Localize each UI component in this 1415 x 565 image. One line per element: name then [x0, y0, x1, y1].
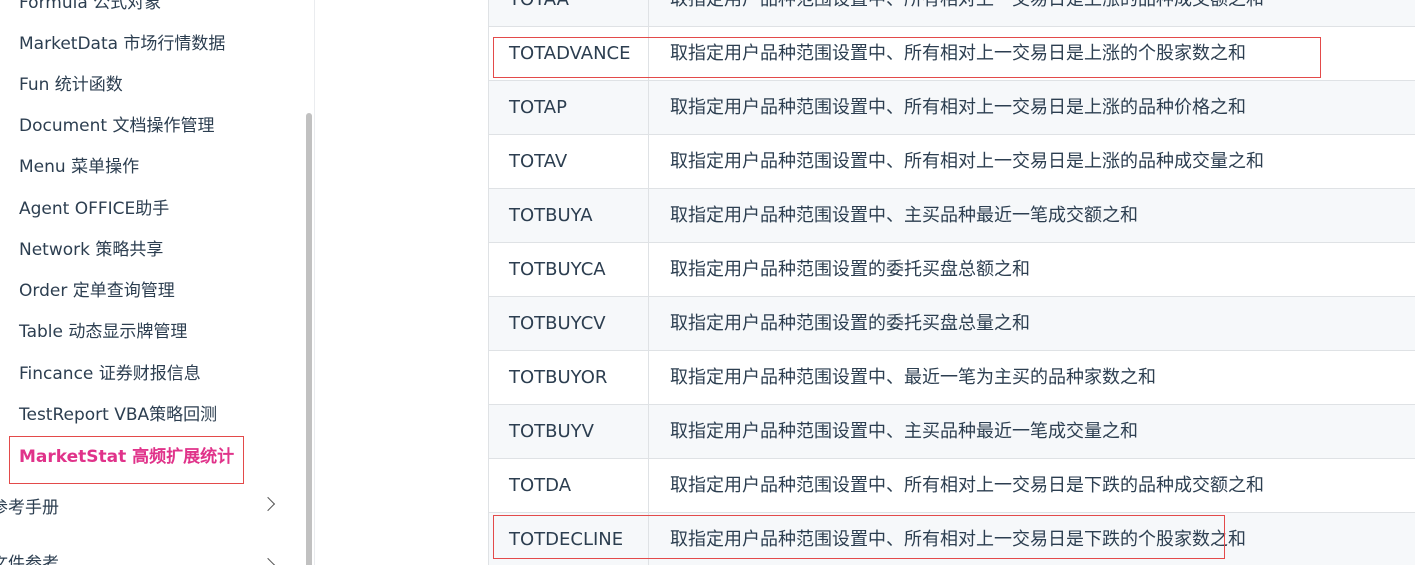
table-row: TOTAV 取指定用户品种范围设置中、所有相对上一交易日是上涨的品种成交量之和 — [488, 134, 1415, 189]
sidebar: Formula 公式对象 MarketData 市场行情数据 Fun 统计函数 … — [0, 0, 315, 565]
sidebar-item-table[interactable]: Table 动态显示牌管理 — [19, 321, 187, 343]
function-desc-cell: 取指定用户品种范围设置的委托买盘总额之和 — [670, 259, 1030, 280]
table-row: TOTAA 取指定用户品种范围设置中、所有相对上一交易日是上涨的品种成交额之和 — [488, 0, 1415, 27]
table-row: TOTDA 取指定用户品种范围设置中、所有相对上一交易日是下跌的品种成交额之和 — [488, 458, 1415, 513]
sidebar-item-fincance[interactable]: Fincance 证券财报信息 — [19, 363, 201, 385]
sidebar-item-order[interactable]: Order 定单查询管理 — [19, 280, 175, 302]
page: Formula 公式对象 MarketData 市场行情数据 Fun 统计函数 … — [0, 0, 1415, 565]
function-name-cell: TOTAA — [488, 0, 649, 27]
table-row: TOTBUYOR 取指定用户品种范围设置中、最近一笔为主买的品种家数之和 — [488, 350, 1415, 405]
table-row: TOTBUYCA 取指定用户品种范围设置的委托买盘总额之和 — [488, 242, 1415, 297]
function-desc-cell: 取指定用户品种范围设置中、所有相对上一交易日是下跌的个股家数之和 — [670, 529, 1246, 550]
function-desc-cell: 取指定用户品种范围设置中、主买品种最近一笔成交量之和 — [670, 421, 1138, 442]
function-desc-cell: 取指定用户品种范围设置中、主买品种最近一笔成交额之和 — [670, 205, 1138, 226]
sidebar-group-file-reference[interactable]: 文件参考 — [0, 553, 271, 565]
function-desc-cell: 取指定用户品种范围设置的委托买盘总量之和 — [670, 313, 1030, 334]
sidebar-item-network[interactable]: Network 策略共享 — [19, 239, 163, 261]
function-desc-cell: 取指定用户品种范围设置中、所有相对上一交易日是上涨的品种成交量之和 — [670, 151, 1264, 172]
function-name-cell: TOTAP — [488, 81, 649, 135]
function-desc-cell: 取指定用户品种范围设置中、所有相对上一交易日是下跌的品种成交额之和 — [670, 475, 1264, 496]
sidebar-item-formula[interactable]: Formula 公式对象 — [19, 0, 161, 14]
sidebar-item-document[interactable]: Document 文档操作管理 — [19, 115, 214, 137]
sidebar-item-agent[interactable]: Agent OFFICE助手 — [19, 198, 169, 220]
table-row: TOTDECLINE 取指定用户品种范围设置中、所有相对上一交易日是下跌的个股家… — [488, 512, 1415, 565]
function-desc-cell: 取指定用户品种范围设置中、所有相对上一交易日是上涨的品种价格之和 — [670, 97, 1246, 118]
function-name-cell: TOTBUYA — [488, 189, 649, 243]
sidebar-group-label: 文件参考 — [0, 554, 59, 565]
function-name-cell: TOTBUYCA — [488, 243, 649, 297]
function-name-cell: TOTADVANCE — [488, 27, 649, 81]
function-desc-cell: 取指定用户品种范围设置中、最近一笔为主买的品种家数之和 — [670, 367, 1156, 388]
table-row: TOTBUYV 取指定用户品种范围设置中、主买品种最近一笔成交量之和 — [488, 404, 1415, 459]
table-row: TOTADVANCE 取指定用户品种范围设置中、所有相对上一交易日是上涨的个股家… — [488, 26, 1415, 81]
function-name-cell: TOTBUYCV — [488, 297, 649, 351]
function-desc-cell: 取指定用户品种范围设置中、所有相对上一交易日是上涨的个股家数之和 — [670, 43, 1246, 64]
function-name-cell: TOTDA — [488, 459, 649, 513]
sidebar-item-marketstat[interactable]: MarketStat 高频扩展统计 — [19, 446, 234, 468]
function-name-cell: TOTBUYV — [488, 405, 649, 459]
sidebar-group-label: 参考手册 — [0, 498, 59, 518]
sidebar-item-marketdata[interactable]: MarketData 市场行情数据 — [19, 33, 225, 55]
function-name-cell: TOTAV — [488, 135, 649, 189]
sidebar-scrollbar[interactable] — [306, 113, 312, 565]
sidebar-item-fun[interactable]: Fun 统计函数 — [19, 74, 123, 96]
function-name-cell: TOTDECLINE — [488, 513, 649, 565]
sidebar-item-menu[interactable]: Menu 菜单操作 — [19, 156, 139, 178]
sidebar-group-reference-manual[interactable]: 参考手册 — [0, 497, 271, 519]
table-row: TOTBUYA 取指定用户品种范围设置中、主买品种最近一笔成交额之和 — [488, 188, 1415, 243]
function-name-cell: TOTBUYOR — [488, 351, 649, 405]
table-row: TOTAP 取指定用户品种范围设置中、所有相对上一交易日是上涨的品种价格之和 — [488, 80, 1415, 135]
table-row: TOTBUYCV 取指定用户品种范围设置的委托买盘总量之和 — [488, 296, 1415, 351]
function-desc-cell: 取指定用户品种范围设置中、所有相对上一交易日是上涨的品种成交额之和 — [649, 0, 1415, 27]
sidebar-item-testreport[interactable]: TestReport VBA策略回测 — [19, 404, 217, 426]
